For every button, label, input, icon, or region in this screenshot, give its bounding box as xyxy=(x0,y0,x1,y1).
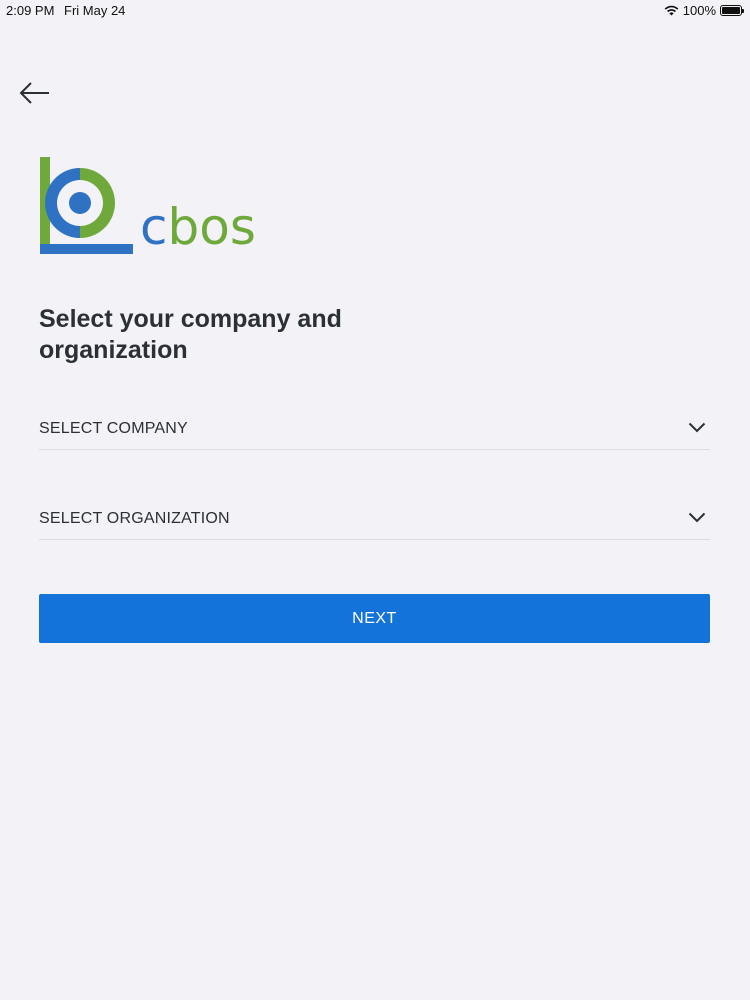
cbos-wordmark: cbos xyxy=(140,198,256,256)
battery-percent: 100% xyxy=(682,3,716,18)
next-button[interactable]: NEXT xyxy=(39,594,710,643)
organization-select[interactable]: SELECT ORGANIZATION xyxy=(39,494,710,540)
chevron-down-icon xyxy=(688,512,706,523)
company-select-label: SELECT COMPANY xyxy=(39,420,188,437)
status-time: 2:09 PM xyxy=(6,3,55,18)
chevron-down-icon xyxy=(688,422,706,433)
back-button[interactable] xyxy=(18,80,52,106)
battery-icon xyxy=(720,5,744,16)
company-select[interactable]: SELECT COMPANY xyxy=(39,404,710,450)
page-title: Select your company and organization xyxy=(39,305,342,364)
status-date: Fri May 24 xyxy=(64,3,126,18)
status-bar: 2:09 PM Fri May 24 100% xyxy=(0,0,750,20)
arrow-left-icon xyxy=(19,82,49,104)
status-indicators: 100% xyxy=(664,3,744,18)
organization-select-label: SELECT ORGANIZATION xyxy=(39,510,230,527)
cbos-logo: cbos xyxy=(38,156,268,258)
wifi-icon xyxy=(664,5,679,16)
cbos-logo-mark xyxy=(40,157,133,254)
